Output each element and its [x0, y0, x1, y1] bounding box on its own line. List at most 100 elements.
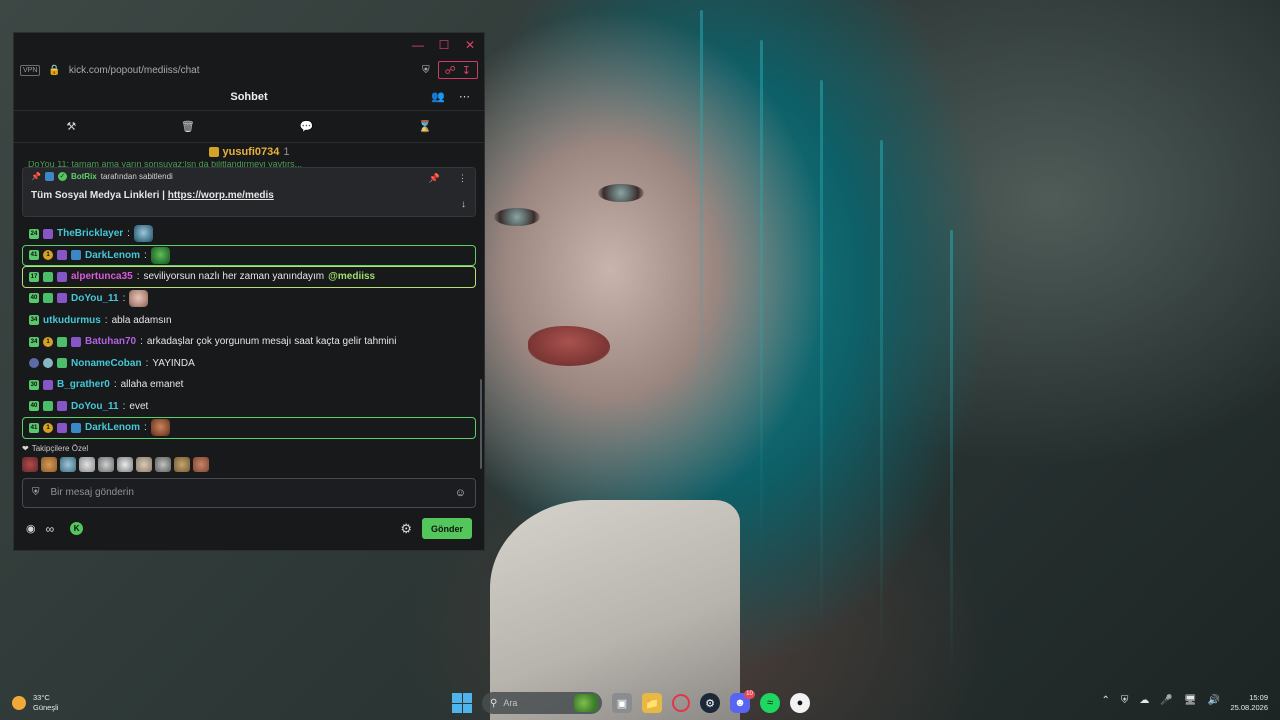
taskbar-clock[interactable]: 15:09 25.08.2026	[1230, 693, 1268, 713]
og-badge-icon	[57, 271, 67, 282]
pin-icon: 📌	[31, 172, 41, 181]
defender-icon[interactable]: ⛨	[1121, 695, 1129, 706]
onedrive-icon[interactable]: ☁	[1139, 695, 1149, 706]
message-username[interactable]: NonameCoban	[71, 358, 142, 369]
trash-icon[interactable]: 🗑	[181, 120, 195, 133]
chat-message[interactable]: 34 utkudurmus: abla adamsın	[22, 309, 476, 330]
founder-badge-icon	[57, 358, 67, 369]
kick-logo-icon[interactable]: K	[70, 522, 84, 536]
wallpaper-eye	[494, 208, 540, 226]
favorites-label: Takipçilere Özel	[31, 443, 89, 453]
collapse-arrow-icon[interactable]: ↓	[461, 199, 466, 210]
chat-message[interactable]: NonameCoban: YAYINDA	[22, 352, 476, 373]
shield-icon[interactable]: ⛨	[422, 65, 430, 76]
top-donor-name[interactable]: yusufi0734	[223, 146, 280, 158]
steam-icon[interactable]: ⚙	[700, 693, 720, 713]
top-donor: yusufi0734 1	[14, 143, 484, 161]
microphone-icon[interactable]: 🎤	[1160, 695, 1172, 706]
chat-message[interactable]: 24 TheBricklayer:	[22, 223, 476, 244]
send-button[interactable]: Gönder	[421, 518, 472, 540]
search-label: Ara	[503, 698, 518, 708]
unpin-icon[interactable]: 📌	[429, 173, 440, 184]
message-input[interactable]	[50, 487, 444, 499]
display-icon[interactable]: 🖥	[1184, 695, 1197, 706]
message-username[interactable]: DarkLenom	[85, 250, 140, 261]
message-username[interactable]: DoYou_11	[71, 401, 119, 412]
download-icon[interactable]: ↧	[462, 64, 471, 77]
chat-message[interactable]: 41 1 DarkLenom:	[22, 244, 476, 266]
chat-message[interactable]: 40 DoYou_11: evet	[22, 396, 476, 417]
infinity-icon[interactable]: ∞	[46, 522, 55, 536]
minimize-icon[interactable]: —	[412, 38, 424, 52]
emote-button[interactable]	[41, 456, 57, 472]
subscriber-badge-icon: 17	[29, 271, 39, 282]
message-username[interactable]: DarkLenom	[85, 422, 140, 433]
lock-icon[interactable]: 🔒	[48, 65, 60, 76]
gear-icon[interactable]: ⚙	[400, 521, 412, 537]
top-donor-count: 1	[283, 146, 290, 158]
chevron-up-icon[interactable]: ⌃	[1102, 695, 1110, 706]
subscriber-badge-icon: 40	[29, 293, 39, 304]
message-username[interactable]: alpertunca35	[71, 271, 133, 282]
message-username[interactable]: utkudurmus	[43, 315, 101, 326]
pinned-by-user[interactable]: BotRix	[71, 172, 97, 181]
emote-button[interactable]	[79, 456, 95, 472]
emote-button[interactable]	[136, 456, 152, 472]
chat-message[interactable]: 41 1 DarkLenom:	[22, 417, 476, 439]
emote-button[interactable]	[60, 456, 76, 472]
message-username[interactable]: DoYou_11	[71, 293, 119, 304]
message-username[interactable]: TheBricklayer	[57, 228, 123, 239]
weather-temp: 33°C	[33, 693, 50, 702]
volume-icon[interactable]: 🔊	[1208, 695, 1220, 706]
spotify-icon[interactable]: ≈	[760, 693, 780, 713]
message-mention[interactable]: @mediiss	[328, 271, 375, 282]
users-settings-icon[interactable]: 👥	[431, 90, 445, 103]
avatar-badge-icon	[43, 358, 53, 369]
subscriber-badge-icon: 34	[29, 315, 39, 325]
message-text: seviliyorsun nazlı her zaman yanındayım	[143, 271, 325, 283]
message-username[interactable]: B_grather0	[57, 379, 110, 390]
vpn-badge[interactable]: VPN	[20, 64, 41, 76]
hammer-icon[interactable]: ⚒	[66, 120, 76, 133]
chat-message[interactable]: 40 DoYou_11:	[22, 288, 476, 309]
wallpaper-hair	[820, 80, 823, 640]
maximize-icon[interactable]: ☐	[438, 38, 450, 52]
chat-message[interactable]: 34 1 Batuhan70: arkadaşlar çok yorgunum …	[22, 331, 476, 352]
more-options-icon[interactable]: ⋯	[459, 90, 470, 103]
emote-button[interactable]	[117, 456, 133, 472]
discord-icon[interactable]: ☻ 10	[730, 690, 755, 713]
opera-gx-icon[interactable]	[672, 694, 690, 712]
weather-widget[interactable]: 33°C Güneşli	[12, 693, 58, 713]
emoji-icon[interactable]: ☺	[455, 487, 466, 499]
hourglass-icon[interactable]: ⌛	[418, 120, 432, 133]
taskbar-search[interactable]: ⚲ Ara	[482, 692, 602, 714]
emote-button[interactable]	[155, 456, 171, 472]
message-username[interactable]: Batuhan70	[85, 336, 136, 347]
gift-badge-icon: 1	[43, 422, 53, 433]
taskbar-apps: ⚲ Ara ▣ 📁 ⚙ ☻ 10 ≈ ●	[452, 690, 810, 714]
message-text: evet	[129, 400, 149, 412]
file-explorer-icon[interactable]: 📁	[642, 693, 662, 713]
close-icon[interactable]: ✕	[464, 38, 476, 52]
chat-message[interactable]: 30 B_grather0: allaha emanet	[22, 374, 476, 395]
emote-button[interactable]	[98, 456, 114, 472]
subscriber-badge-icon: 41	[29, 250, 39, 261]
shield-icon[interactable]: ⛨	[32, 487, 40, 498]
emote-button[interactable]	[22, 456, 38, 472]
task-view-icon[interactable]: ▣	[612, 693, 632, 713]
emote-button[interactable]	[193, 456, 209, 472]
pinned-text-prefix: Tüm Sosyal Medya Linkleri |	[31, 190, 168, 201]
chat-bubble-icon[interactable]: 💬	[300, 120, 314, 133]
url-text[interactable]: kick.com/popout/mediiss/chat	[69, 65, 414, 76]
chat-scrollbar[interactable]	[480, 379, 482, 469]
discord-badge: 10	[744, 690, 755, 699]
emote-button[interactable]	[174, 456, 190, 472]
pinned-link[interactable]: https://worp.me/medis	[168, 190, 274, 201]
windows-start-icon[interactable]	[452, 693, 472, 713]
pin-menu-icon[interactable]: ⋮	[458, 173, 467, 184]
points-icon[interactable]: ◉	[26, 522, 36, 535]
github-icon[interactable]: ●	[790, 693, 810, 713]
founder-badge-icon	[43, 271, 53, 282]
chat-message[interactable]: 17 alpertunca35: seviliyorsun nazlı her …	[22, 266, 476, 288]
extensions-icon[interactable]: ☍	[445, 64, 456, 77]
